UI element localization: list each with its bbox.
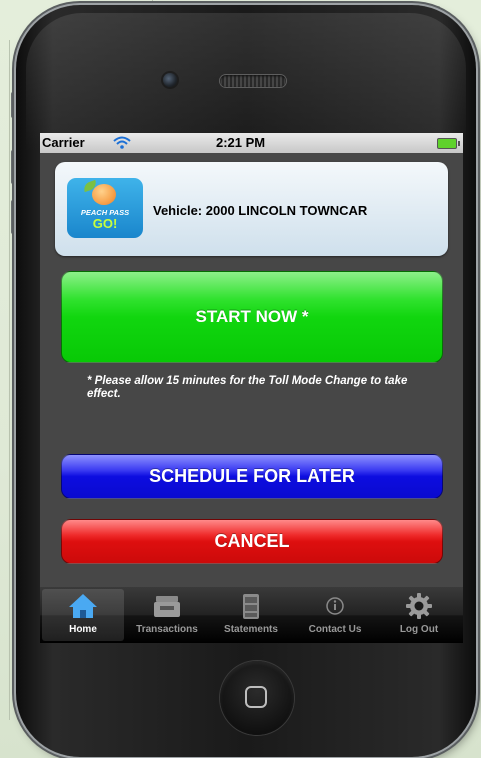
schedule-for-later-button[interactable]: SCHEDULE FOR LATER	[61, 454, 443, 499]
tab-label: Log Out	[399, 624, 439, 635]
wifi-icon	[113, 136, 131, 149]
battery-icon	[437, 138, 460, 149]
tab-label: Transactions	[136, 624, 198, 635]
vehicle-label: Vehicle: 2000 LINCOLN TOWNCAR	[153, 203, 368, 218]
tab-contact-us[interactable]: Contact Us	[294, 589, 376, 641]
tab-log-out[interactable]: Log Out	[378, 589, 460, 641]
tab-label: Home	[69, 624, 97, 635]
tab-label: Contact Us	[308, 624, 362, 635]
clock-time: 2:21 PM	[216, 135, 266, 150]
home-square-icon	[245, 686, 267, 708]
peach-shape	[92, 184, 116, 205]
tab-home[interactable]: Home	[42, 589, 124, 641]
home-icon	[69, 594, 97, 618]
tab-bar: Home Transactions Statements Contact Us …	[40, 587, 463, 643]
gear-icon	[406, 593, 432, 619]
tab-label: Statements	[224, 624, 278, 635]
status-bar: Carrier 2:21 PM	[40, 133, 463, 153]
inbox-tray-icon	[154, 596, 180, 617]
toll-mode-note: * Please allow 15 minutes for the Toll M…	[87, 375, 408, 400]
home-button[interactable]	[220, 661, 294, 735]
start-now-button[interactable]: START NOW *	[61, 271, 443, 363]
vehicle-card: PEACH PASS GO! Vehicle: 2000 LINCOLN TOW…	[55, 162, 448, 256]
tab-transactions[interactable]: Transactions	[126, 589, 208, 641]
tab-statements[interactable]: Statements	[210, 589, 292, 641]
file-cabinet-icon	[243, 594, 259, 619]
logo-text-go: GO!	[92, 216, 118, 231]
peach-pass-logo: PEACH PASS GO!	[67, 178, 143, 238]
app-screen: Carrier 2:21 PM PEACH PASS GO! Vehicle: …	[40, 133, 463, 643]
speaker-grille	[220, 75, 286, 87]
cancel-button[interactable]: CANCEL	[61, 519, 443, 564]
camera-icon	[163, 73, 177, 87]
info-icon	[326, 597, 344, 615]
carrier-label: Carrier	[42, 135, 85, 150]
background-line	[9, 40, 10, 720]
